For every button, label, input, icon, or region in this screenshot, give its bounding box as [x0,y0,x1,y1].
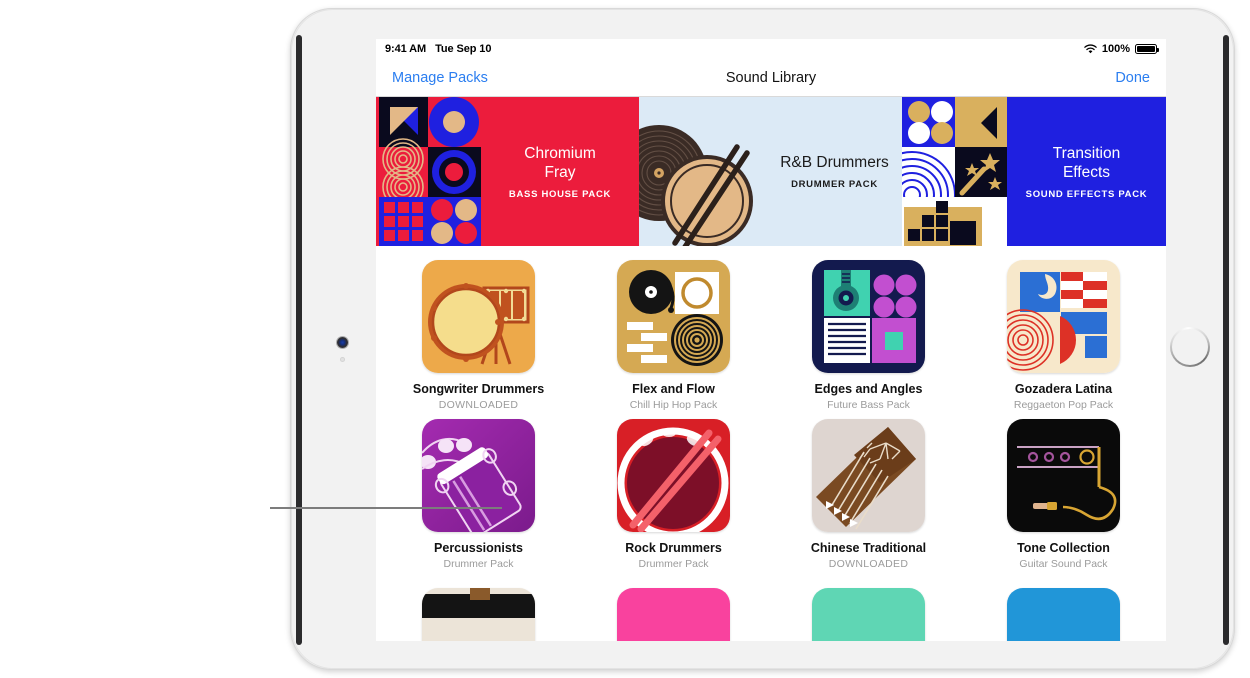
status-bar-left: 9:41 AM Tue Sep 10 [385,43,491,55]
pack-tile-partial-4[interactable] [983,588,1144,641]
done-button[interactable]: Done [1115,69,1150,87]
pack-art-guitar-amp-cable [1007,419,1120,532]
pack-art-partial-pink [617,588,730,641]
status-time: 9:41 AM [385,43,427,55]
manage-packs-label: Manage Packs [392,69,488,86]
pack-name: Songwriter Drummers [412,382,545,396]
callout-line [270,507,502,509]
pack-subtitle: DOWNLOADED [438,399,519,411]
pack-subtitle: Guitar Sound Pack [1019,558,1108,570]
bezel-left [296,35,302,645]
pack-name: Tone Collection [1017,541,1110,555]
ipad-screen: 9:41 AM Tue Sep 10 100% Manage Packs Sou… [376,39,1166,641]
pack-art-latin-geometric [1007,260,1120,373]
banner-text-transition-effects: Transition Effects SOUND EFFECTS PACK [1007,97,1166,246]
banner-subtitle: DRUMMER PACK [791,179,878,190]
ambient-light-sensor [340,357,345,362]
pack-art-guzheng-strings [812,419,925,532]
ipad-device: 9:41 AM Tue Sep 10 100% Manage Packs Sou… [290,8,1235,670]
pack-art-conga-shaker-purple [422,419,535,532]
pack-tile-partial-2[interactable] [593,588,754,641]
pack-name: Chinese Traditional [810,541,927,555]
banner-subtitle: BASS HOUSE PACK [508,188,612,200]
banner-text-chromium-fray: Chromium Fray BASS HOUSE PACK [481,97,639,246]
pack-art-partial-teal [812,588,925,641]
pack-name: Gozadera Latina [1014,382,1113,396]
done-label: Done [1115,69,1150,86]
banner-subtitle: SOUND EFFECTS PACK [1025,188,1148,200]
pack-subtitle: Reggaeton Pop Pack [1013,399,1114,411]
pack-name: Edges and Angles [814,382,923,396]
pack-subtitle: Drummer Pack [443,558,514,570]
manage-packs-button[interactable]: Manage Packs [392,69,488,87]
banner-title: R&B Drummers [780,154,889,171]
pack-art-partial-cream-black [422,588,535,641]
pack-tile-percussionists[interactable]: Percussionists Drummer Pack [398,419,559,570]
pack-tile-partial-3[interactable] [788,588,949,641]
pack-tile-edges-and-angles[interactable]: Edges and Angles Future Bass Pack [788,260,949,411]
featured-banner-carousel[interactable]: Chromium Fray BASS HOUSE PACK R&B Drumme… [376,97,1166,246]
pack-tile-tone-collection[interactable]: Tone Collection Guitar Sound Pack [983,419,1144,570]
pack-subtitle: Future Bass Pack [827,399,910,411]
pack-subtitle: Drummer Pack [638,558,709,570]
pack-name: Flex and Flow [632,382,715,396]
pack-subtitle: Chill Hip Hop Pack [629,399,718,411]
pack-art-headphones-geometric [812,260,925,373]
pack-tile-flex-and-flow[interactable]: Flex and Flow Chill Hip Hop Pack [593,260,754,411]
banner-art-vinyl-drum [639,97,767,246]
pack-subtitle: DOWNLOADED [828,558,909,570]
pack-art-drum-sticks-red [617,419,730,532]
pack-art-drum-kit-orange [422,260,535,373]
banner-art-geometric-gold [902,97,1007,246]
screenshot-root: 9:41 AM Tue Sep 10 100% Manage Packs Sou… [0,0,1250,678]
banner-rnb-drummers[interactable]: R&B Drummers DRUMMER PACK [639,97,902,246]
status-date: Tue Sep 10 [435,43,492,55]
banner-art-geometric-grid [376,97,481,246]
sound-pack-grid: Songwriter Drummers DOWNLOADED Flex and … [398,260,1144,641]
battery-full-icon [1135,44,1159,54]
pack-name: Percussionists [434,541,523,555]
page-title: Sound Library [725,69,817,86]
pack-tile-chinese-traditional[interactable]: Chinese Traditional DOWNLOADED [788,419,949,570]
pack-tile-gozadera-latina[interactable]: Gozadera Latina Reggaeton Pop Pack [983,260,1144,411]
banner-transition-effects[interactable]: Transition Effects SOUND EFFECTS PACK [902,97,1166,246]
home-button[interactable] [1170,327,1210,367]
front-camera [337,337,348,348]
banner-title: Transition Effects [1052,144,1121,181]
navigation-bar: Manage Packs Sound Library Done [376,59,1166,97]
banner-title: Chromium Fray [524,144,596,181]
banner-text-rnb-drummers: R&B Drummers DRUMMER PACK [767,97,902,246]
pack-tile-rock-drummers[interactable]: Rock Drummers Drummer Pack [593,419,754,570]
sound-pack-grid-container: Songwriter Drummers DOWNLOADED Flex and … [376,246,1166,641]
bezel-right [1223,35,1229,645]
status-bar-right: 100% [1084,43,1159,55]
wifi-icon [1084,44,1097,54]
battery-percent: 100% [1101,43,1130,55]
banner-chromium-fray[interactable]: Chromium Fray BASS HOUSE PACK [376,97,639,246]
status-bar: 9:41 AM Tue Sep 10 100% [376,39,1166,59]
pack-art-partial-blue [1007,588,1120,641]
pack-art-turntable-records [617,260,730,373]
pack-tile-partial-1[interactable] [398,588,559,641]
pack-tile-songwriter-drummers[interactable]: Songwriter Drummers DOWNLOADED [398,260,559,411]
pack-name: Rock Drummers [625,541,722,555]
